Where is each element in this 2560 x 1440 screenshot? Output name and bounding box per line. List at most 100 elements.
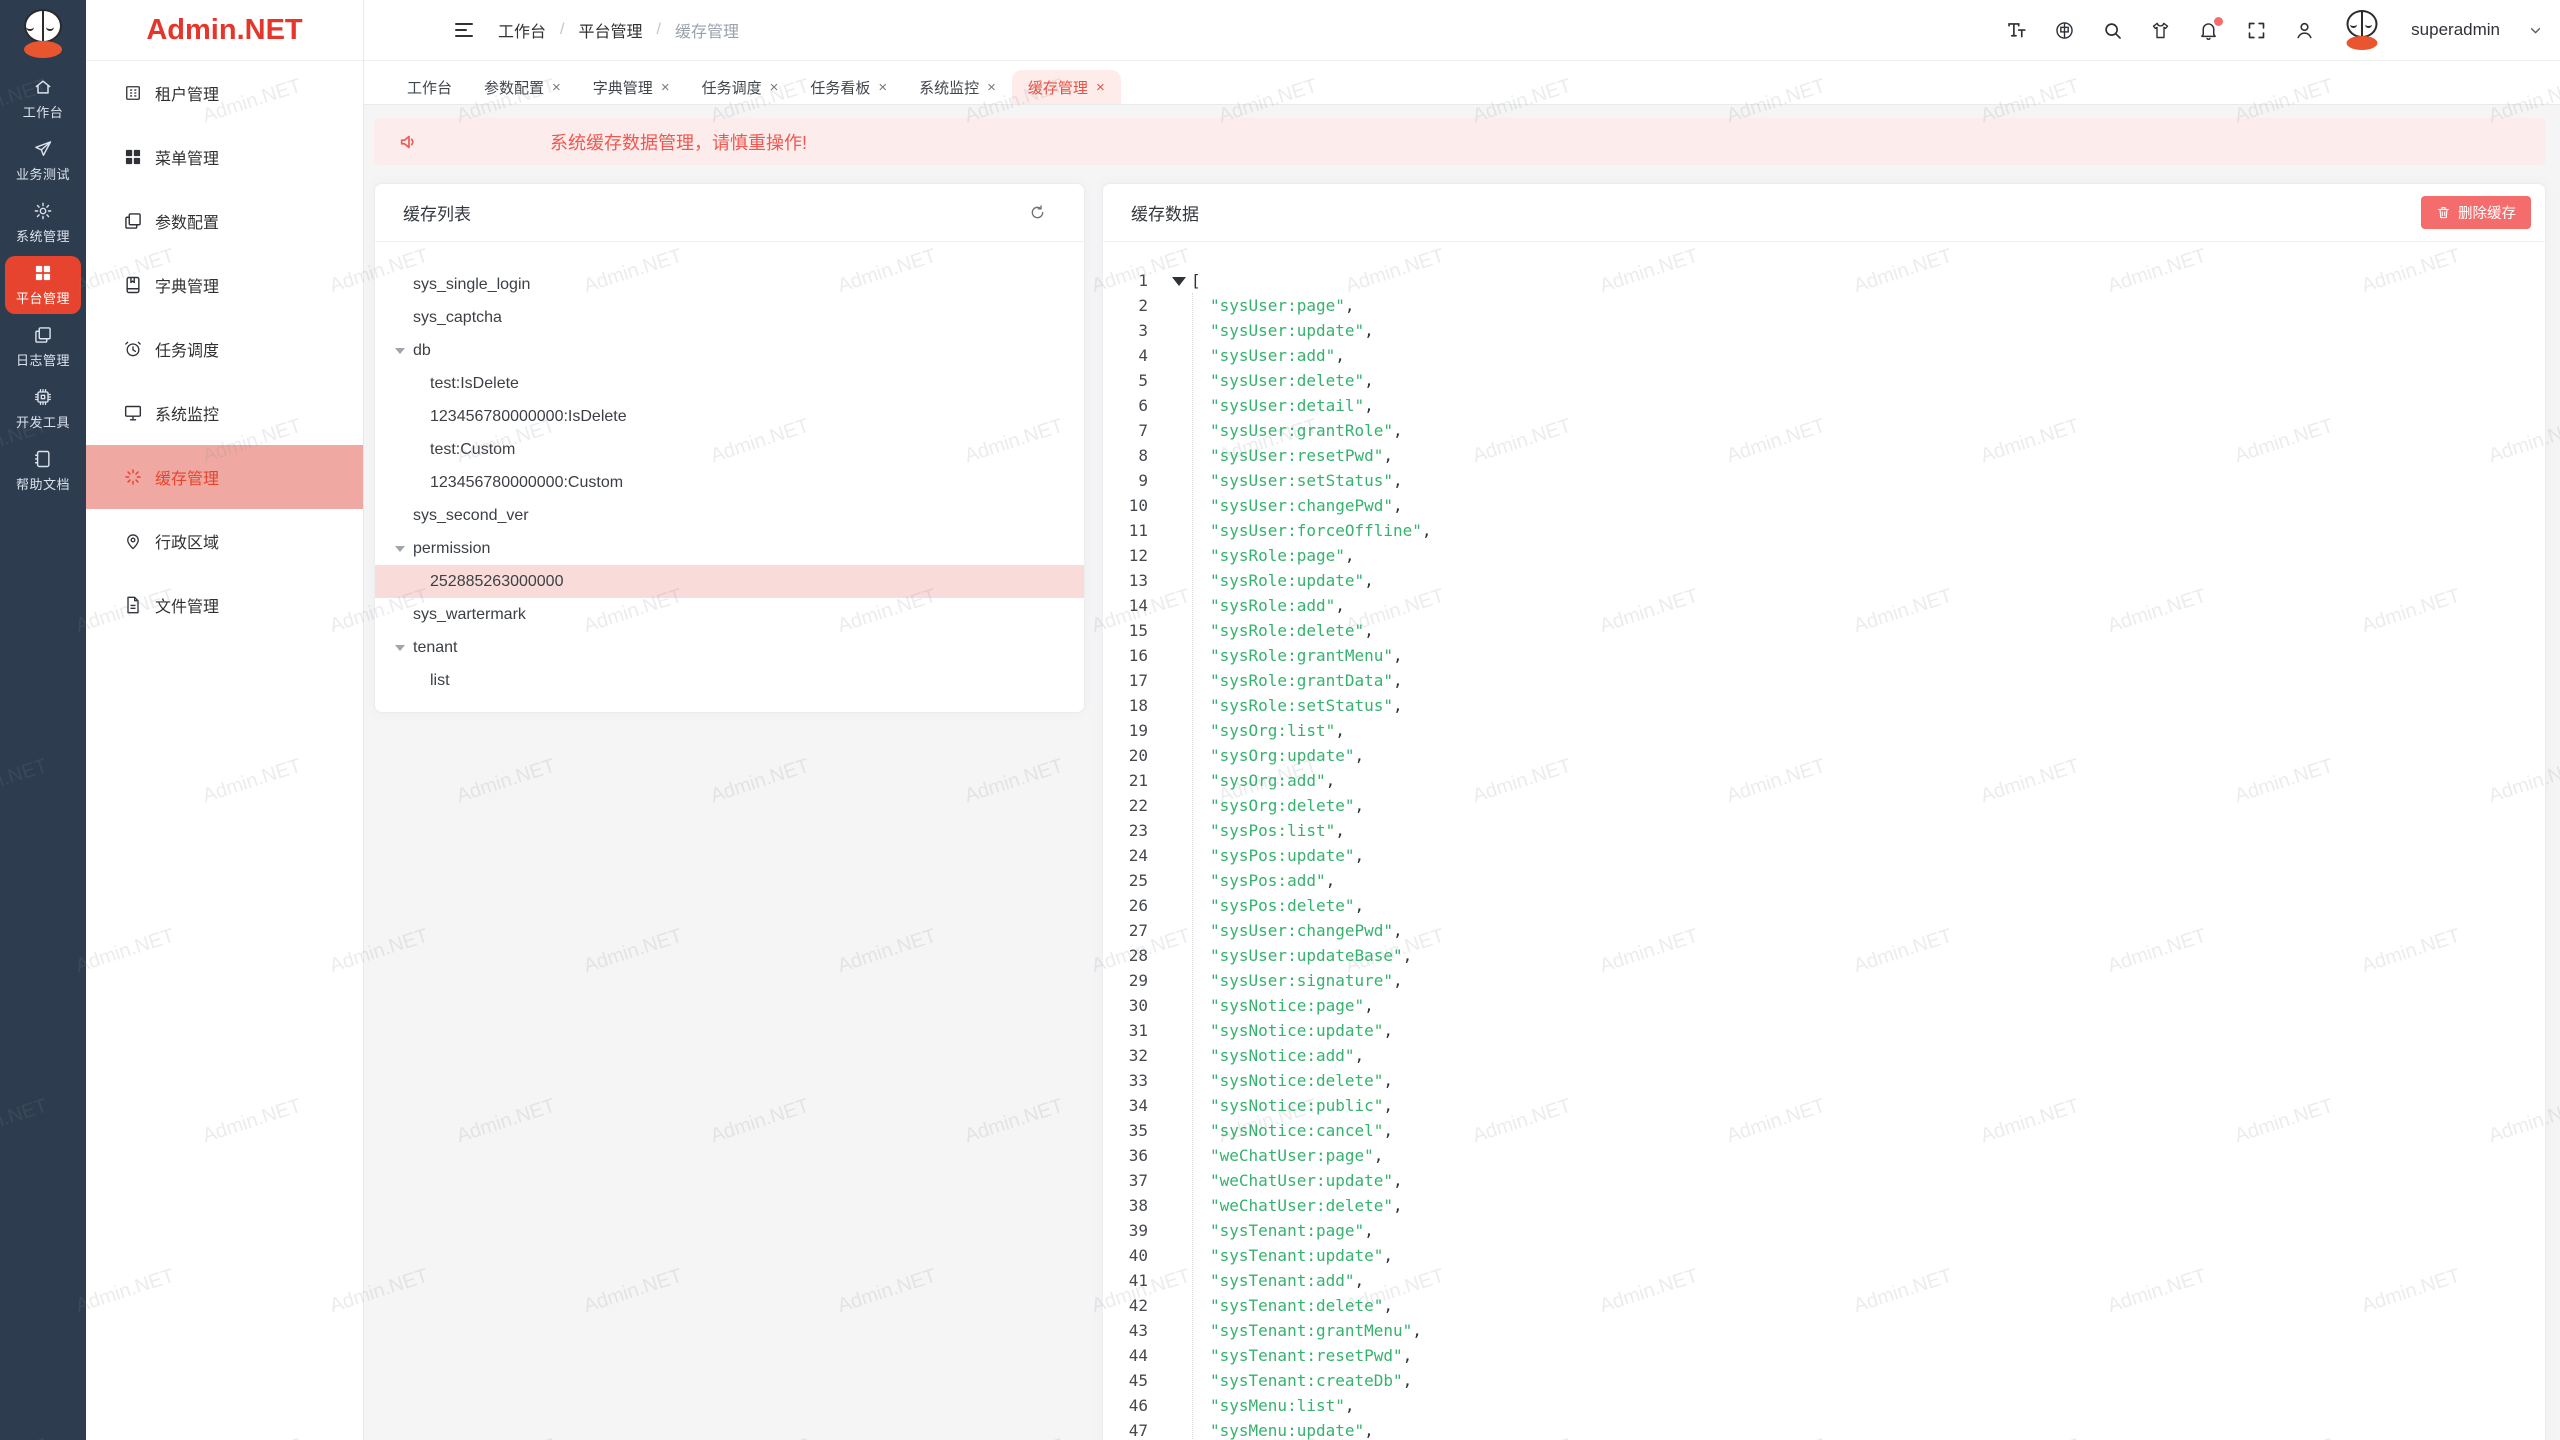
rail-item-paper-plane[interactable]: 业务测试 [5,132,81,190]
code-line: 8"sysUser:resetPwd", [1103,443,2545,468]
rail-item-notebook[interactable]: 帮助文档 [5,442,81,500]
caret-down-icon[interactable] [395,348,413,354]
language-icon[interactable] [2054,20,2075,41]
line-number: 13 [1103,568,1148,593]
speaker-icon [398,131,420,153]
code-line: 19"sysOrg:list", [1103,718,2545,743]
close-icon[interactable]: × [878,79,887,96]
tree-node-sys_second_ver[interactable]: sys_second_ver [375,499,1084,532]
line-number: 34 [1103,1093,1148,1118]
line-number: 27 [1103,918,1148,943]
code-line: 11"sysUser:forceOffline", [1103,518,2545,543]
bell-icon[interactable] [2198,20,2219,41]
breadcrumb-item: 缓存管理 [675,18,739,42]
chip-icon [33,387,53,407]
breadcrumb-item[interactable]: 工作台 [498,18,546,42]
code-line: 29"sysUser:signature", [1103,968,2545,993]
tree-node-123456780000000:IsDelete[interactable]: 123456780000000:IsDelete [375,400,1084,433]
sidebar-item-copy-document[interactable]: 参数配置 [86,189,363,253]
menu-fold-icon[interactable] [452,18,476,42]
tree-node-label: test:IsDelete [430,375,519,393]
text-size-icon[interactable] [2006,20,2027,41]
sidebar-item-monitor[interactable]: 系统监控 [86,381,363,445]
close-icon[interactable]: × [552,79,561,96]
close-icon[interactable]: × [661,79,670,96]
warning-text: 系统缓存数据管理，请慎重操作! [550,129,807,155]
rail-item-grid[interactable]: 平台管理 [5,256,81,314]
rail-item-gear[interactable]: 系统管理 [5,194,81,252]
line-number: 11 [1103,518,1148,543]
code-line: 22"sysOrg:delete", [1103,793,2545,818]
code-line: 34"sysNotice:public", [1103,1093,2545,1118]
tree-node-label: db [413,342,431,360]
rail-item-copy[interactable]: 日志管理 [5,318,81,376]
tree-node-db[interactable]: db [375,334,1084,367]
fullscreen-icon[interactable] [2246,20,2267,41]
tab-参数配置[interactable]: 参数配置 × [468,70,577,104]
code-line: 45"sysTenant:createDb", [1103,1368,2545,1393]
tab-任务调度[interactable]: 任务调度× [686,70,795,104]
sidebar-item-menu-grid[interactable]: 菜单管理 [86,125,363,189]
sidebar-item-label: 系统监控 [155,401,219,425]
search-icon[interactable] [2102,20,2123,41]
code-line: 16"sysRole:grantMenu", [1103,643,2545,668]
sidebar-item-loading[interactable]: 缓存管理 [86,445,363,509]
close-icon[interactable]: × [987,79,996,96]
search-icon [2102,20,2123,41]
collapse-triangle-icon[interactable] [1172,277,1186,286]
app-logo-mascot[interactable] [0,6,86,64]
refresh-icon[interactable] [1029,204,1046,221]
sidebar-item-location[interactable]: 行政区域 [86,509,363,573]
tree-node-test:IsDelete[interactable]: test:IsDelete [375,367,1084,400]
tree-node-sys_captcha[interactable]: sys_captcha [375,301,1084,334]
tab-label: 参数配置 [484,77,544,98]
tree-node-list[interactable]: list [375,664,1084,697]
sidebar-item-label: 任务调度 [155,337,219,361]
avatar[interactable] [2342,10,2382,50]
code-line: 12"sysRole:page", [1103,543,2545,568]
close-icon[interactable]: × [1096,79,1105,96]
sidebar-item-label: 参数配置 [155,209,219,233]
line-number: 5 [1103,368,1148,393]
tab-label: 任务看板 [810,77,870,98]
line-number: 2 [1103,293,1148,318]
rail-item-chip[interactable]: 开发工具 [5,380,81,438]
tab-label: 工作台 [407,77,452,98]
tree-node-252885263000000[interactable]: 252885263000000 [375,565,1084,598]
line-number: 40 [1103,1243,1148,1268]
breadcrumb-item[interactable]: 平台管理 [578,18,642,42]
line-number: 45 [1103,1368,1148,1393]
caret-down-icon[interactable] [395,645,413,651]
delete-cache-button[interactable]: 删除缓存 [2421,196,2531,229]
tree-node-tenant[interactable]: tenant [375,631,1084,664]
tab-缓存管理[interactable]: 缓存管理× [1012,70,1121,104]
username[interactable]: superadmin [2411,20,2500,40]
caret-down-icon[interactable] [395,546,413,552]
sidebar-item-document[interactable]: 文件管理 [86,573,363,637]
tab-任务看板[interactable]: 任务看板 × [794,70,903,104]
grid-icon [33,263,53,283]
sidebar-item-alarm-clock[interactable]: 任务调度 [86,317,363,381]
tree-node-sys_single_login[interactable]: sys_single_login [375,268,1084,301]
chevron-down-icon[interactable] [2527,22,2544,39]
loading-icon [123,467,143,487]
tab-系统监控[interactable]: 系统监控× [903,70,1012,104]
code-line: 44"sysTenant:resetPwd", [1103,1343,2545,1368]
user-icon[interactable] [2294,20,2315,41]
theme-icon[interactable] [2150,20,2171,41]
tab-字典管理[interactable]: 字典管理× [577,70,686,104]
tab-工作台[interactable]: 工作台 [391,70,468,104]
tab-bar: 工作台参数配置×字典管理×任务调度×任务看板×系统监控×缓存管理× [364,61,2560,105]
line-number: 30 [1103,993,1148,1018]
tree-node-test:Custom[interactable]: test:Custom [375,433,1084,466]
tree-node-123456780000000:Custom[interactable]: 123456780000000:Custom [375,466,1084,499]
sidebar-item-label: 租户管理 [155,81,219,105]
code-line: 2"sysUser:page", [1103,293,2545,318]
tree-node-permission[interactable]: permission [375,532,1084,565]
rail-item-label: 平台管理 [16,288,70,307]
sidebar-item-building[interactable]: 租户管理 [86,61,363,125]
tree-node-sys_wartermark[interactable]: sys_wartermark [375,598,1084,631]
sidebar-item-dictionary[interactable]: 字典管理 [86,253,363,317]
close-icon[interactable]: × [770,79,779,96]
rail-item-home[interactable]: 工作台 [5,70,81,128]
